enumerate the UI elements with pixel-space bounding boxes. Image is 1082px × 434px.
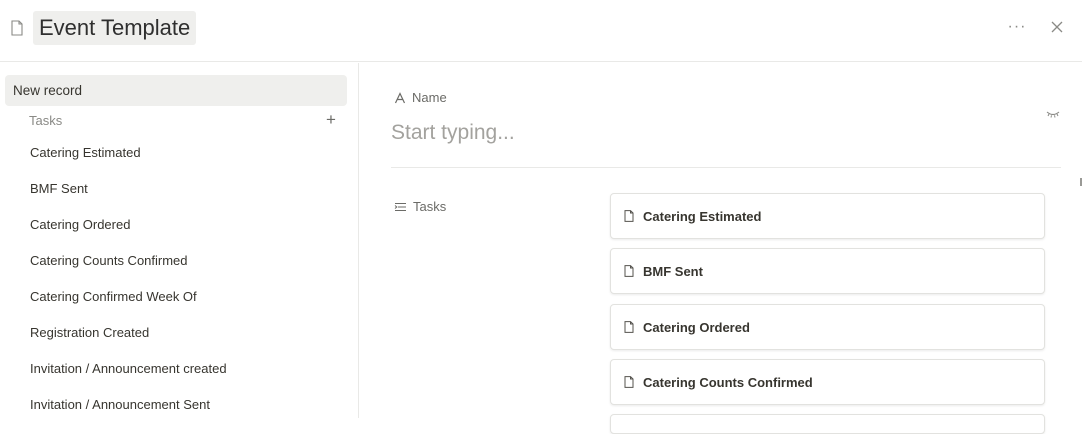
new-record-item[interactable]: New record: [5, 75, 347, 106]
sidebar-item-task[interactable]: Invitation / Announcement Sent: [30, 397, 210, 412]
records-sidebar: New record Tasks + Catering Estimated BM…: [0, 63, 359, 418]
sidebar-item-task[interactable]: Invitation / Announcement created: [30, 361, 227, 376]
page-icon: [624, 265, 634, 277]
ellipsis-icon: ···: [1007, 18, 1027, 35]
sidebar-item-task[interactable]: Catering Estimated: [30, 145, 141, 160]
page-icon: [11, 20, 23, 36]
sidebar-item-task[interactable]: Catering Counts Confirmed: [30, 253, 188, 268]
name-label-text: Name: [412, 90, 447, 105]
task-card-partial[interactable]: [610, 414, 1045, 434]
page-icon: [624, 321, 634, 333]
sidebar-item-task[interactable]: Catering Confirmed Week Of: [30, 289, 197, 304]
close-button[interactable]: [1046, 16, 1068, 38]
task-card[interactable]: Catering Ordered: [610, 304, 1045, 350]
page-icon: [624, 210, 634, 222]
task-card[interactable]: Catering Counts Confirmed: [610, 359, 1045, 405]
name-property-label: Name: [394, 90, 447, 105]
plus-icon: +: [326, 110, 336, 129]
page-title[interactable]: Event Template: [33, 11, 197, 45]
add-task-button[interactable]: +: [322, 111, 340, 129]
more-options-button[interactable]: ···: [1006, 16, 1028, 38]
sidebar-item-task[interactable]: Registration Created: [30, 325, 149, 340]
record-detail: Name Tasks Catering Estimated BMF Sent C…: [360, 63, 1082, 434]
eye-closed-icon[interactable]: [1046, 110, 1060, 120]
task-card[interactable]: BMF Sent: [610, 248, 1045, 294]
close-icon: [1051, 21, 1063, 33]
name-input[interactable]: [391, 118, 1031, 148]
task-card-title: Catering Counts Confirmed: [643, 374, 813, 390]
text-type-icon: [394, 91, 406, 103]
task-card[interactable]: Catering Estimated: [610, 193, 1045, 239]
task-card-title: Catering Estimated: [643, 208, 762, 224]
divider: [391, 167, 1061, 168]
record-header: Event Template ···: [0, 0, 1082, 62]
task-card-title: Catering Ordered: [643, 319, 750, 335]
tasks-group-label: Tasks: [29, 113, 63, 128]
tasks-label-text: Tasks: [413, 199, 447, 214]
page-icon: [624, 376, 634, 388]
tasks-property-label: Tasks: [394, 199, 446, 214]
sidebar-item-task[interactable]: Catering Ordered: [30, 217, 130, 232]
relation-list-icon: [394, 202, 406, 211]
task-card-title: BMF Sent: [643, 263, 703, 279]
sidebar-item-task[interactable]: BMF Sent: [30, 181, 88, 196]
